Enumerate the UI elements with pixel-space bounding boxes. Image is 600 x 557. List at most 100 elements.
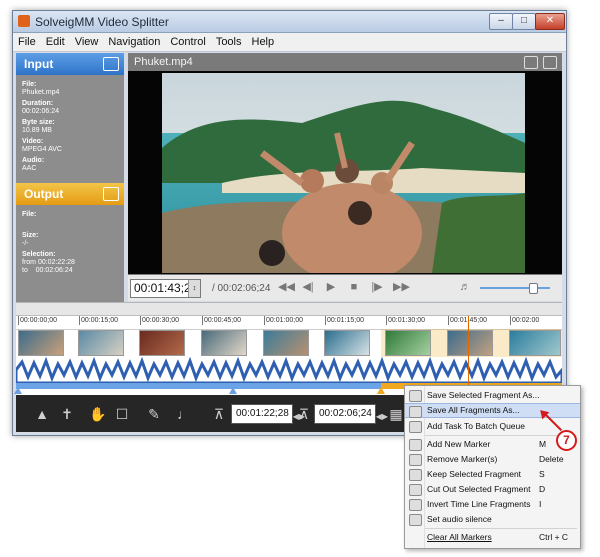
- menu-item-silence[interactable]: Set audio silence: [405, 512, 580, 527]
- menu-item-add-marker[interactable]: Add New Marker M: [405, 437, 580, 452]
- prev-frame-icon[interactable]: ◀|: [301, 281, 315, 293]
- thumbnail: [385, 330, 431, 356]
- input-file-label: File:: [22, 81, 37, 88]
- to-label: to: [22, 267, 28, 274]
- duration-label: / 00:02:06;24: [212, 283, 271, 294]
- stop-icon[interactable]: ■: [347, 281, 361, 293]
- thumbs-up-icon[interactable]: ✋: [89, 406, 106, 423]
- menu-item-label: Invert Time Line Fragments: [427, 499, 531, 509]
- ruler-tick: 00:00:30;00: [140, 316, 179, 325]
- mute-icon[interactable]: ♩: [176, 406, 192, 422]
- menu-control[interactable]: Control: [165, 33, 210, 48]
- menu-help[interactable]: Help: [247, 33, 280, 48]
- timeline-kept-bar: [16, 383, 381, 389]
- menu-edit[interactable]: Edit: [41, 33, 70, 48]
- save-icon[interactable]: ▦: [388, 406, 404, 423]
- timeline-marker[interactable]: [14, 387, 22, 394]
- title-bar: SolveigMM Video Splitter – □ ✕: [13, 11, 566, 33]
- callout-number: 7: [556, 430, 577, 451]
- volume-icon[interactable]: ♬: [458, 281, 472, 293]
- menu-item-shortcut: S: [539, 469, 545, 479]
- open-folder-icon[interactable]: [103, 57, 119, 71]
- input-audio-value: AAC: [22, 165, 37, 172]
- menu-item-keep[interactable]: Keep Selected Fragment S: [405, 467, 580, 482]
- menu-file[interactable]: File: [13, 33, 41, 48]
- menu-separator: [425, 435, 577, 436]
- add-marker-icon[interactable]: ▲: [34, 406, 50, 422]
- thumbnail-strip: [16, 330, 562, 356]
- menu-item-cut[interactable]: Cut Out Selected Fragment D: [405, 482, 580, 497]
- save-all-icon: [409, 406, 422, 418]
- menu-item-remove-marker[interactable]: Remove Marker(s) Delete: [405, 452, 580, 467]
- menu-item-label: Add Task To Batch Queue: [427, 421, 525, 431]
- output-file-label: File:: [22, 211, 37, 218]
- app-window: SolveigMM Video Splitter – □ ✕ File Edit V…: [12, 10, 567, 436]
- marker-end-icon[interactable]: ⊼: [296, 406, 312, 423]
- start-time-field[interactable]: 00:01:22;28 ◀▶: [231, 404, 305, 424]
- thumbnail: [18, 330, 64, 356]
- timeline-marker[interactable]: [377, 387, 385, 394]
- menu-item-invert[interactable]: Invert Time Line Fragments I: [405, 497, 580, 512]
- ruler-tick: 00:00:00;00: [18, 316, 57, 325]
- from-value: 00:02:22:28: [37, 259, 75, 266]
- menu-item-shortcut: Ctrl + C: [539, 532, 569, 542]
- remove-marker-icon[interactable]: ✝: [59, 406, 75, 423]
- video-filename: Phuket.mp4: [134, 56, 193, 68]
- volume-slider[interactable]: [480, 287, 550, 289]
- app-icon: [18, 15, 30, 27]
- save-disk-icon[interactable]: [103, 187, 119, 201]
- invert-icon[interactable]: ✎: [146, 406, 162, 423]
- playhead[interactable]: [468, 316, 469, 389]
- menu-tools[interactable]: Tools: [211, 33, 247, 48]
- menu-item-save-all[interactable]: Save All Fragments As...: [405, 403, 580, 418]
- thumbs-up-icon: [409, 469, 422, 481]
- minimize-button[interactable]: –: [489, 13, 513, 30]
- timeline-ruler: 00:00:00;00 00:00:15;00 00:00:30;00 00:0…: [16, 316, 562, 330]
- play-icon[interactable]: ▶: [324, 281, 338, 293]
- menu-navigation[interactable]: Navigation: [103, 33, 165, 48]
- save-fragment-icon: [409, 390, 422, 402]
- input-duration-value: 00:02:06:24: [22, 108, 59, 115]
- timeline[interactable]: 00:00:00;00 00:00:15;00 00:00:30;00 00:0…: [14, 302, 562, 395]
- timeline-scrollbar[interactable]: [16, 303, 562, 316]
- menu-item-save-selected[interactable]: Save Selected Fragment As...: [405, 388, 580, 403]
- end-time-spin-icon[interactable]: ◀▶: [376, 408, 388, 426]
- window-title: SolveigMM Video Splitter: [35, 15, 169, 29]
- timeline-marker[interactable]: [229, 387, 237, 394]
- menu-item-shortcut: Delete: [539, 454, 564, 464]
- prev-fragment-icon[interactable]: ◀◀: [278, 281, 295, 293]
- volume-slider-knob[interactable]: [528, 283, 538, 294]
- maximize-button[interactable]: □: [512, 13, 536, 30]
- menu-item-shortcut: M: [539, 439, 547, 449]
- input-duration-label: Duration:: [22, 100, 54, 107]
- next-fragment-icon[interactable]: ▶▶: [393, 281, 410, 293]
- input-header: Input: [16, 53, 124, 75]
- next-frame-icon[interactable]: |▶: [370, 281, 384, 293]
- close-button[interactable]: ✕: [535, 13, 565, 30]
- comment-icon[interactable]: ☐: [114, 406, 130, 423]
- end-time-field[interactable]: 00:02:06;24 ◀▶: [314, 404, 388, 424]
- input-video-value: MPEG4 AVC: [22, 146, 62, 153]
- video-image: [162, 73, 525, 273]
- waveform-graphic: [16, 357, 562, 383]
- cut-icon: [409, 484, 422, 496]
- thumbnail: [139, 330, 185, 356]
- marker-start-icon[interactable]: ⊼: [211, 406, 227, 423]
- thumbnail: [509, 330, 561, 356]
- output-size-value: -/-: [22, 240, 29, 247]
- input-file-value: Phuket.mp4: [22, 89, 60, 96]
- to-value: 00:02:06:24: [35, 267, 73, 274]
- context-menu: Save Selected Fragment As... Save All Fr…: [404, 385, 581, 549]
- mute-icon: [409, 514, 422, 526]
- output-info: File: Size: -/- Selection: from 00:02:22…: [16, 205, 124, 311]
- menu-item-clear-markers[interactable]: Clear All Markers Ctrl + C: [405, 530, 580, 545]
- trash-icon[interactable]: [543, 56, 557, 69]
- camera-icon[interactable]: [524, 56, 538, 69]
- thumbnail: [324, 330, 370, 356]
- menu-view[interactable]: View: [70, 33, 104, 48]
- current-time-field[interactable]: 00:01:43;26 ↕: [130, 279, 201, 298]
- time-spin-icon[interactable]: ↕: [188, 280, 200, 297]
- ruler-tick: 00:00:45;00: [202, 316, 241, 325]
- menu-bar: File Edit View Navigation Control Tools Help: [13, 33, 566, 52]
- remove-marker-icon: [409, 454, 422, 466]
